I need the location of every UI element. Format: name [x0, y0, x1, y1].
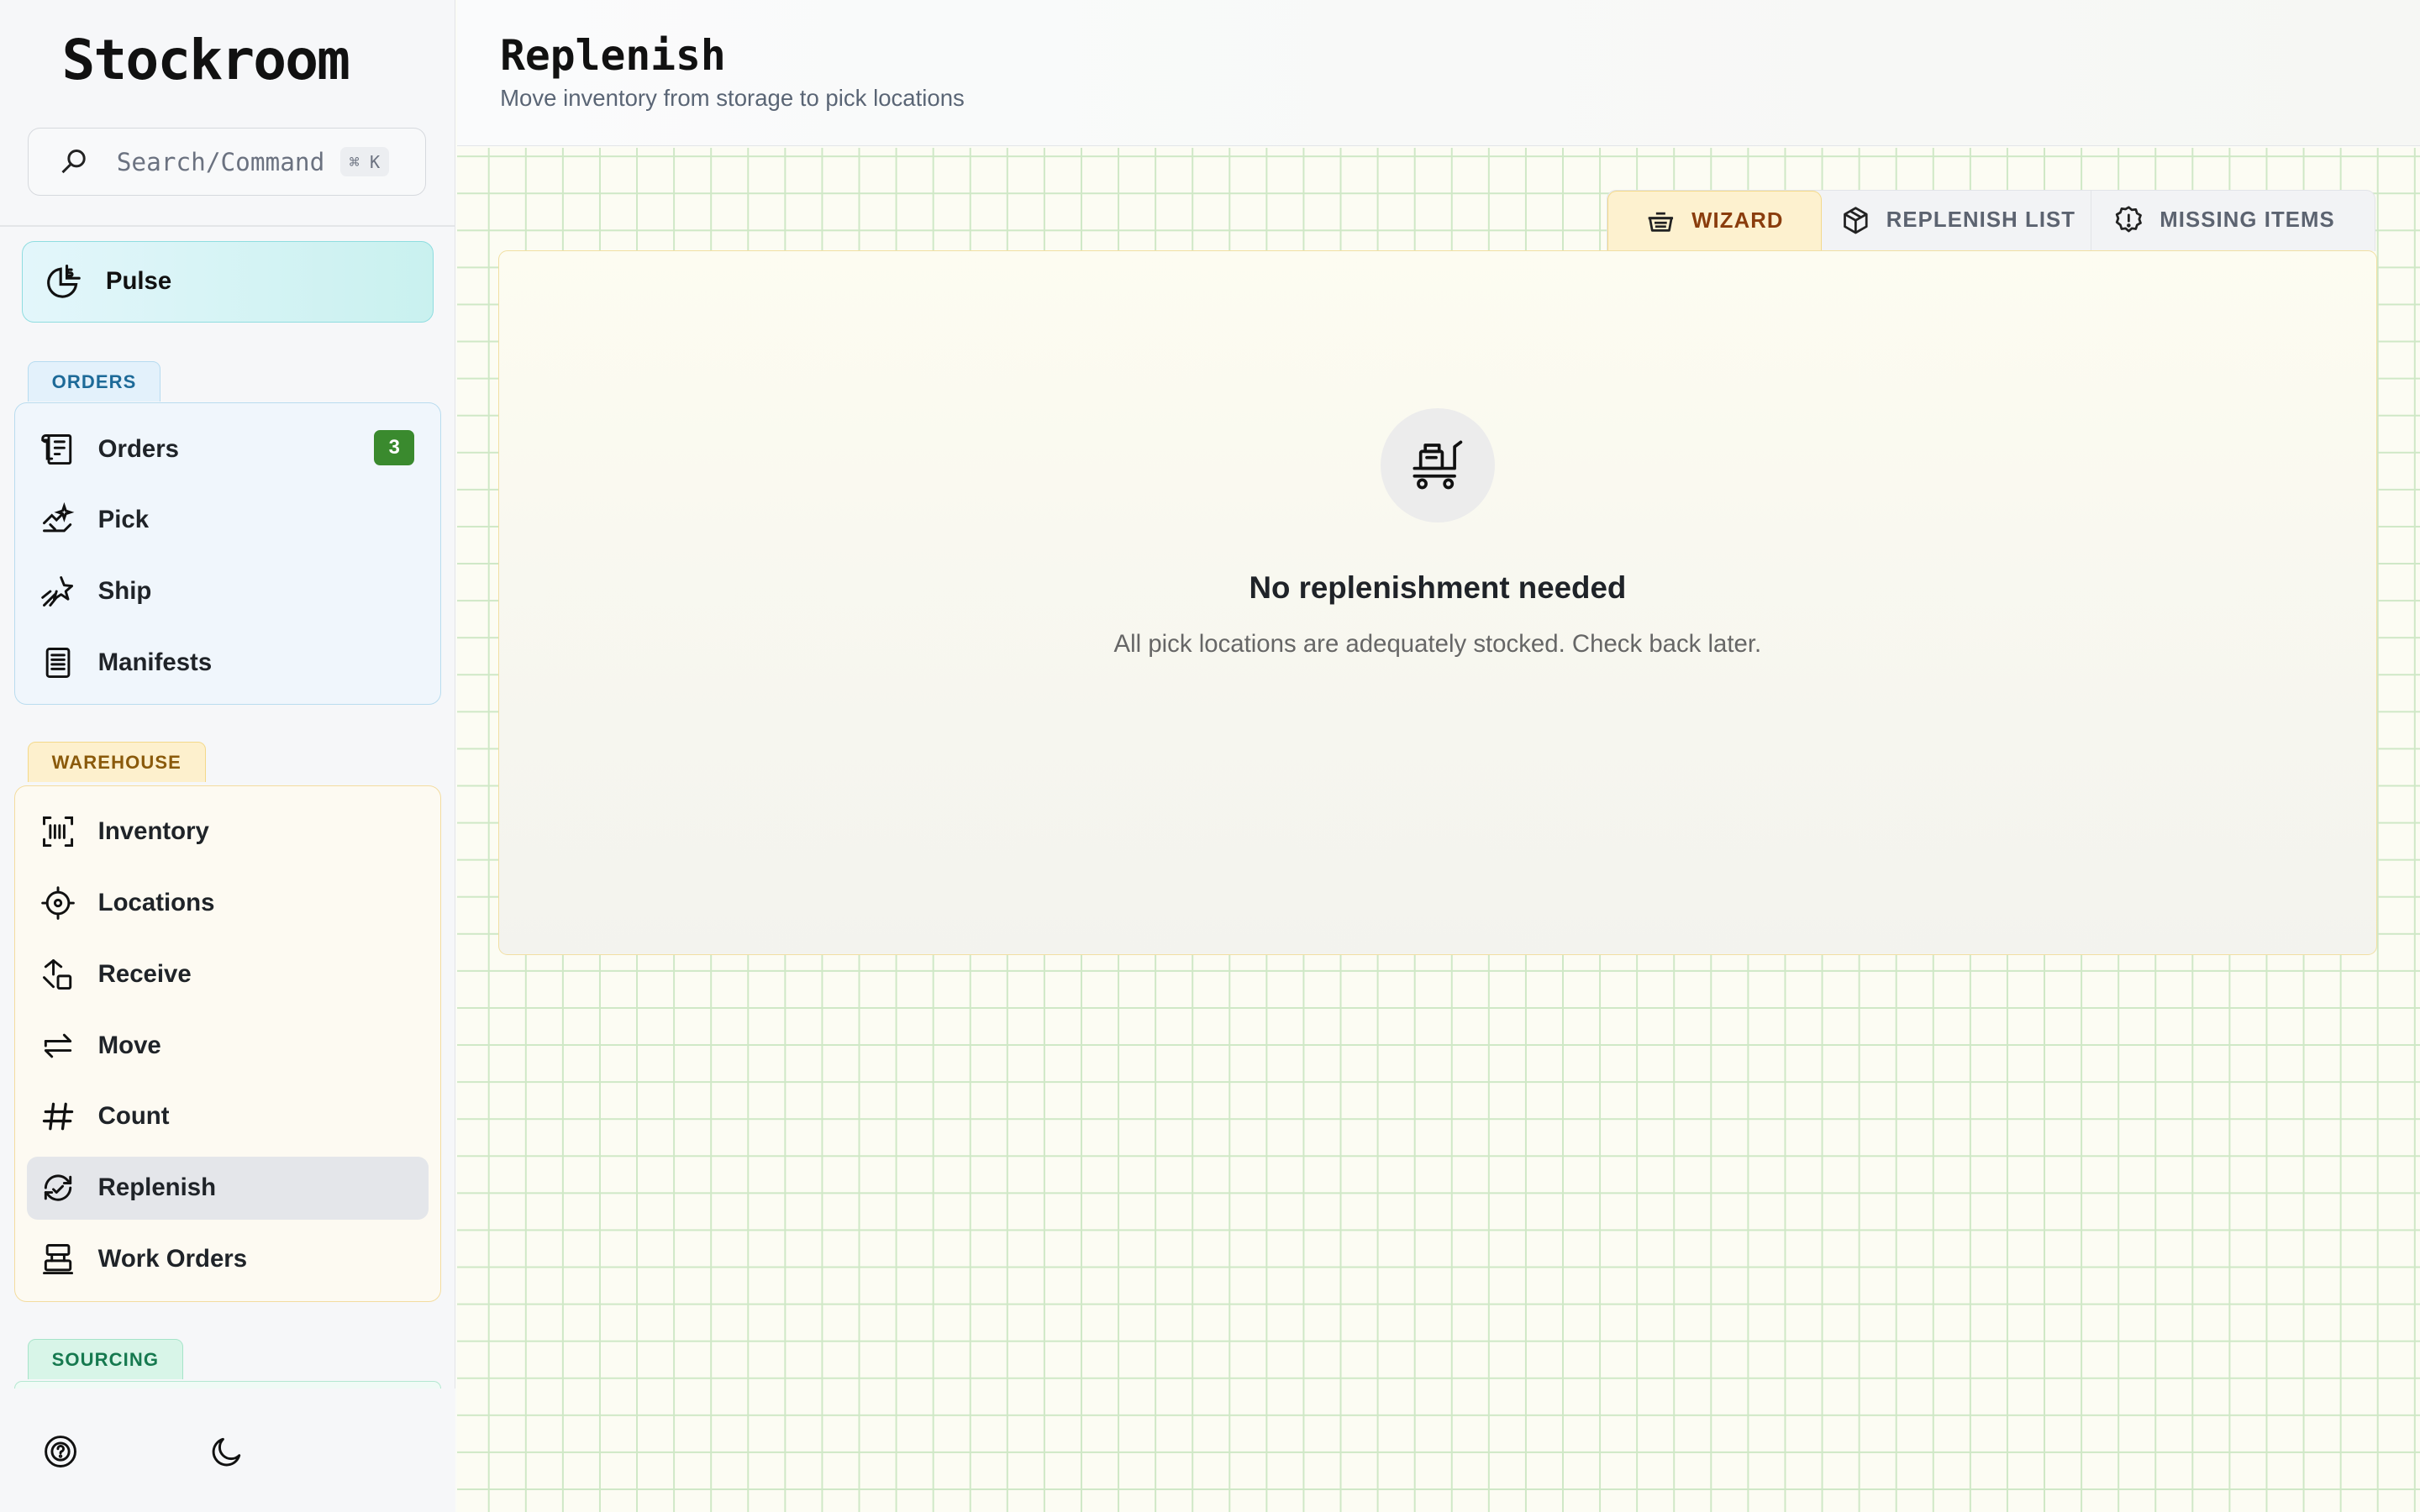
group-label-sourcing: SOURCING [28, 1339, 183, 1379]
nav-receive[interactable]: Receive [27, 942, 428, 1005]
empty-state-message: All pick locations are adequately stocke… [1113, 630, 1762, 659]
orders-count-badge: 3 [374, 429, 415, 465]
nav-pulse[interactable]: Pulse [21, 240, 434, 323]
shooting-star-icon [39, 573, 76, 610]
nav-manifests-label: Manifests [97, 648, 213, 677]
nav-pick[interactable]: Pick [27, 489, 428, 552]
nav-count-label: Count [97, 1102, 170, 1131]
alert-badge-icon [2113, 205, 2144, 236]
cart-trolley-icon [1408, 436, 1467, 495]
crosshair-icon [39, 885, 76, 921]
nav-ship-label: Ship [97, 577, 152, 606]
nav-group-orders: Orders 3 Pick Ship Manifests [13, 402, 442, 706]
nav-move[interactable]: Move [27, 1014, 428, 1077]
nav-group-warehouse: Inventory Locations Receive Move Count R… [13, 785, 442, 1303]
group-label-orders: ORDERS [28, 360, 161, 402]
nav-receive-label: Receive [97, 959, 192, 988]
replenish-cycle-icon [39, 1169, 76, 1206]
sidebar-footer [0, 1389, 455, 1512]
tab-wizard[interactable]: WIZARD [1607, 190, 1822, 251]
app-logo: Stockroom [61, 28, 350, 93]
tab-bar: WIZARD REPLENISH LIST MISSING ITEMS [1607, 189, 2375, 252]
nav-work-orders-label: Work Orders [97, 1245, 248, 1273]
sidebar: Stockroom Search/Command ⌘ K Pulse ORDER… [0, 0, 455, 1512]
tab-missing-items-label: MISSING ITEMS [2160, 208, 2335, 233]
tab-missing-items[interactable]: MISSING ITEMS [2091, 191, 2356, 251]
page-header: Replenish Move inventory from storage to… [456, 0, 2420, 147]
empty-state-icon-circle [1381, 407, 1495, 522]
basket-icon [1645, 206, 1676, 237]
nav-locations-label: Locations [97, 888, 215, 916]
search-shortcut: ⌘ K [339, 147, 390, 177]
nav-pick-label: Pick [97, 506, 150, 534]
nav-replenish-label: Replenish [97, 1173, 217, 1202]
nav-inventory[interactable]: Inventory [27, 800, 428, 863]
barcode-scan-icon [39, 813, 76, 850]
pie-chart-dollar-icon [44, 261, 84, 302]
document-list-icon [39, 644, 76, 681]
nav-pulse-label: Pulse [105, 267, 172, 296]
nav-orders-label: Orders [97, 434, 180, 463]
nav-work-orders[interactable]: Work Orders [27, 1227, 428, 1290]
search-input[interactable]: Search/Command ⌘ K [28, 128, 426, 197]
hash-icon [39, 1098, 76, 1135]
nav-replenish[interactable]: Replenish [27, 1156, 429, 1220]
nav-manifests[interactable]: Manifests [27, 631, 428, 694]
search-icon [58, 146, 89, 177]
pick-hand-icon [39, 501, 76, 538]
arrows-transfer-icon [39, 1027, 76, 1064]
page-title: Replenish [500, 30, 726, 80]
nav-locations[interactable]: Locations [27, 871, 428, 934]
nav-orders[interactable]: Orders 3 [27, 417, 428, 480]
tab-replenish-list-label: REPLENISH LIST [1886, 208, 2076, 233]
receive-box-icon [39, 956, 76, 993]
nav-inventory-label: Inventory [97, 817, 209, 846]
tab-replenish-list[interactable]: REPLENISH LIST [1822, 190, 2092, 251]
nav-ship[interactable]: Ship [27, 560, 428, 623]
moon-icon[interactable] [208, 1433, 245, 1470]
empty-state-title: No replenishment needed [1249, 570, 1627, 605]
receipt-dollar-icon [39, 431, 76, 468]
nav-count[interactable]: Count [27, 1085, 428, 1148]
help-circle-icon[interactable] [42, 1433, 79, 1470]
work-station-icon [39, 1241, 76, 1278]
wizard-panel: No replenishment needed All pick locatio… [498, 249, 2377, 955]
group-label-warehouse: WAREHOUSE [28, 742, 206, 783]
page-subtitle: Move inventory from storage to pick loca… [500, 85, 965, 112]
divider [0, 225, 455, 227]
package-icon [1840, 205, 1871, 236]
search-placeholder: Search/Command [116, 147, 325, 176]
tab-wizard-label: WIZARD [1691, 208, 1784, 233]
nav-move-label: Move [97, 1031, 161, 1059]
